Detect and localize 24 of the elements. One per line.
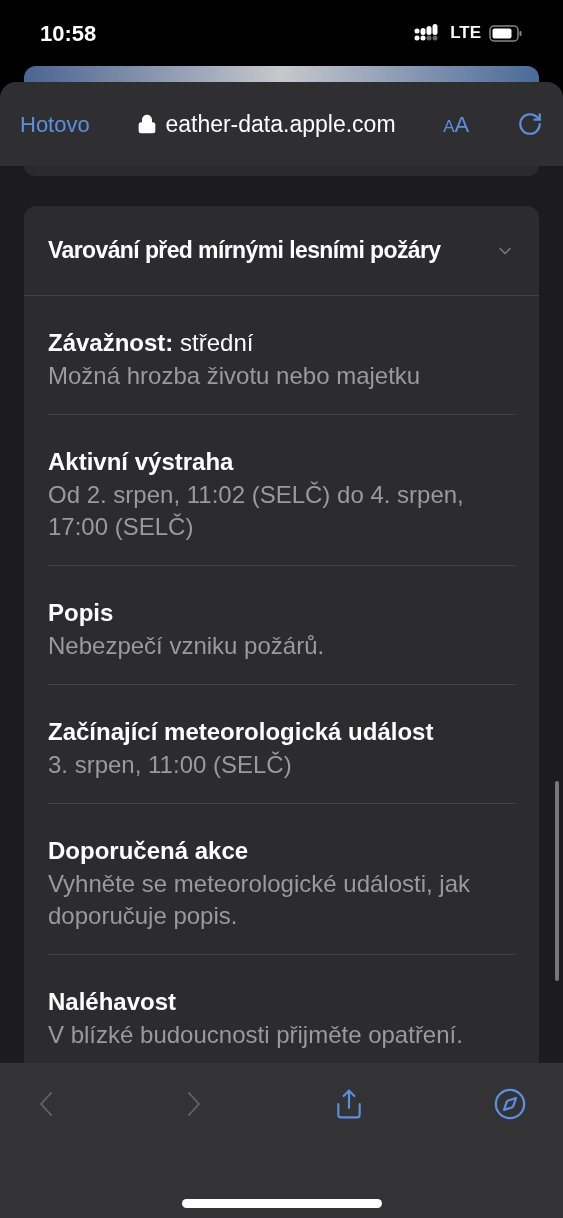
reload-icon[interactable] [516, 111, 543, 137]
text-size-button[interactable]: AA [443, 107, 470, 141]
section-title: Aktivní výstraha [48, 447, 235, 477]
section-text: 3. srpen, 11:00 (SELČ) [48, 750, 293, 780]
compass-icon [493, 1087, 527, 1121]
section-text: Možná hrozba životu nebo majetku [48, 361, 422, 391]
battery-icon [489, 24, 523, 42]
chevron-right-icon [188, 1092, 201, 1116]
section-text: Nebezpečí vzniku požárů. [48, 631, 326, 661]
alert-header[interactable]: Varování před mírnými lesními požáry [24, 206, 539, 296]
section-title: Začínající meteorologická událost [48, 717, 435, 747]
section-text: Vyhněte se meteorologické události, jak doporučuje popis. [48, 869, 471, 931]
section-text: Od 2. srpen, 11:02 (SELČ) do 4. srpen, 17:00 (SELČ) [48, 480, 465, 542]
network-label: LTE [450, 22, 481, 45]
lock-icon [137, 114, 158, 134]
section-text: V blízké budoucnosti přijměte opatření. [48, 1020, 464, 1050]
section-title: Doporučená akce [48, 836, 250, 866]
section-title: Popis [48, 598, 115, 628]
section-title: Naléhavost [48, 987, 178, 1017]
done-button[interactable]: Hotovo [20, 107, 90, 141]
section-title: Závažnost: střední [48, 328, 255, 358]
url-text[interactable]: eather-data.apple.com [165, 106, 396, 142]
chevron-left-icon [40, 1092, 52, 1116]
status-time: 10:58 [40, 19, 97, 48]
